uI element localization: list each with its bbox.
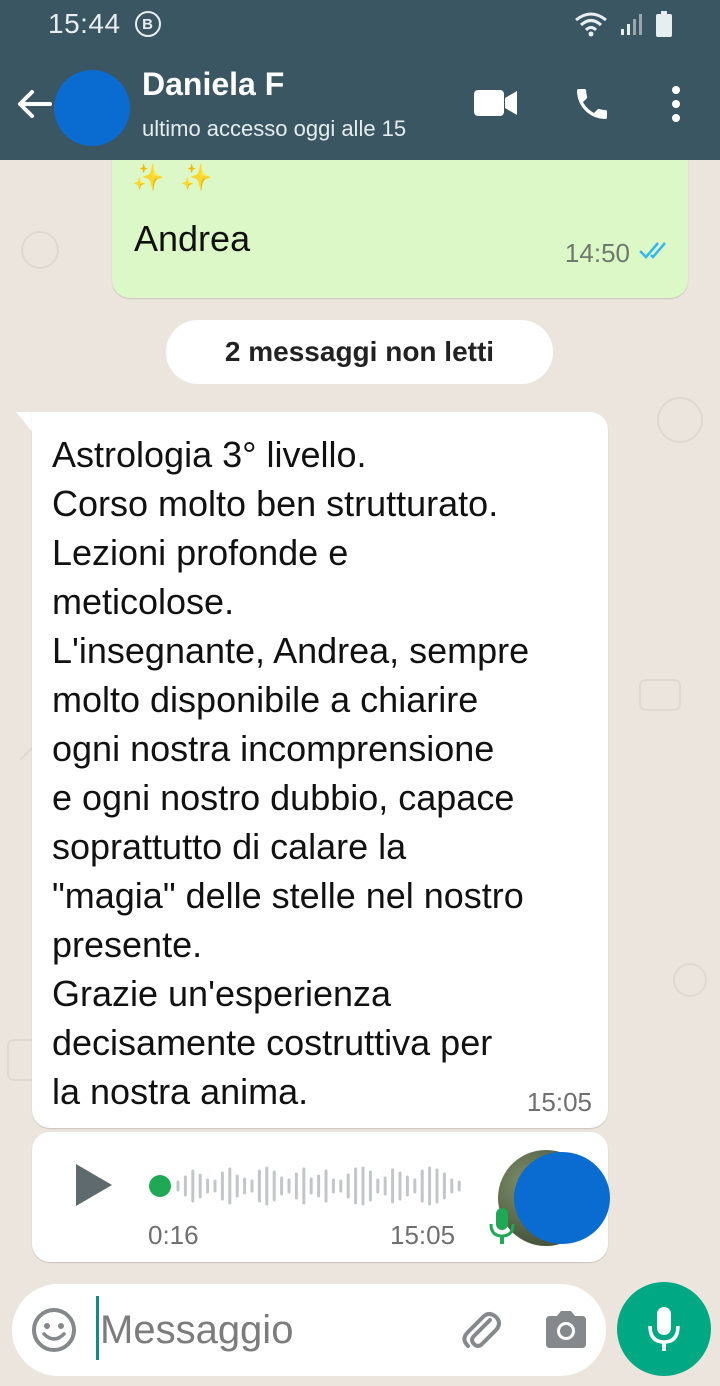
wifi-icon [575, 12, 607, 37]
outgoing-message[interactable]: ✨✨ Andrea 14:50 [112, 160, 688, 298]
mic-icon [648, 1307, 680, 1351]
message-time: 15:05 [390, 1220, 456, 1250]
message-line: e ogni nostro dubbio, capace [52, 777, 515, 818]
message-text: Andrea [134, 218, 251, 259]
contact-avatar[interactable] [54, 70, 130, 146]
record-voice-button[interactable] [617, 1282, 711, 1376]
message-time: 15:05 [526, 1087, 592, 1117]
status-badge: B [134, 11, 161, 37]
voice-message[interactable]: 0:16 15:05 [32, 1132, 610, 1262]
sender-avatar-overlay [514, 1152, 610, 1244]
voice-duration: 0:16 [148, 1220, 199, 1250]
play-icon[interactable] [74, 1162, 114, 1208]
signal-icon [621, 14, 642, 35]
message-line: meticolose. [52, 581, 235, 622]
message-line: la nostra anima. [52, 1071, 309, 1112]
message-input[interactable] [100, 1302, 430, 1358]
text-caret [96, 1296, 99, 1360]
message-line: Grazie un'esperienza [52, 973, 392, 1014]
message-line: Corso molto ben strutturato. [52, 483, 499, 524]
video-call-icon[interactable] [474, 88, 518, 118]
message-line: ogni nostra incomprensione [52, 728, 495, 769]
battery-icon [656, 11, 672, 37]
read-ticks-icon [639, 242, 666, 259]
unread-messages-banner: 2 messaggi non letti [166, 320, 553, 384]
message-line: presente. [52, 924, 203, 965]
message-line: "magia" delle stelle nel nostro [52, 875, 524, 916]
camera-icon[interactable] [542, 1306, 590, 1354]
message-line: Astrologia 3° livello. [52, 434, 367, 475]
status-time: 15:44 [48, 8, 121, 39]
status-icons [574, 11, 672, 37]
attach-icon[interactable] [456, 1306, 504, 1354]
mic-icon [489, 1208, 515, 1244]
message-time: 14:50 [564, 238, 630, 268]
contact-last-seen: ultimo accesso oggi alle 15 [142, 116, 407, 141]
emoji-icon[interactable] [30, 1306, 78, 1354]
chat-header: Daniela F ultimo accesso oggi alle 15 [0, 48, 720, 160]
sparkles-emoji: ✨✨ [132, 162, 229, 192]
message-line: soprattutto di calare la [52, 826, 407, 867]
more-vert-icon[interactable] [666, 84, 686, 124]
voice-waveform[interactable] [148, 1162, 468, 1210]
status-bar: 15:44 B [0, 0, 720, 48]
phone-icon[interactable] [572, 84, 612, 124]
message-line: L'insegnante, Andrea, sempre [52, 630, 530, 671]
back-arrow-icon[interactable] [14, 84, 54, 124]
incoming-message[interactable]: Astrologia 3° livello. Corso molto ben s… [32, 412, 608, 1128]
message-text: Astrologia 3° livello. Corso molto ben s… [52, 430, 600, 1116]
message-line: Lezioni profonde e [52, 532, 349, 573]
message-composer [12, 1284, 606, 1376]
contact-name[interactable]: Daniela F [142, 66, 284, 103]
chat-area[interactable]: ✨✨ Andrea 14:50 2 messaggi non letti Ast… [0, 160, 720, 1280]
message-line: molto disponibile a chiarire [52, 679, 479, 720]
message-line: decisamente costruttiva per [52, 1022, 493, 1063]
